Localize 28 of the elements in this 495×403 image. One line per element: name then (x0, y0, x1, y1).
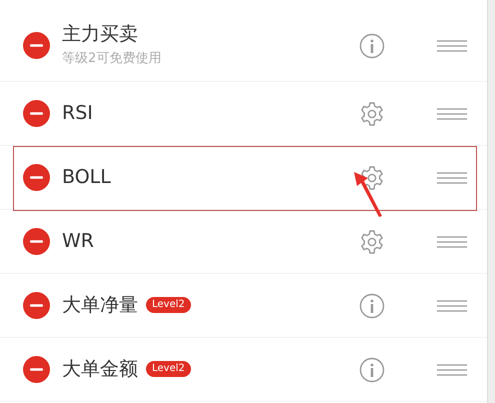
settings-icon[interactable] (359, 100, 385, 126)
indicator-note: 等级2可免费使用 (62, 50, 162, 68)
drag-handle-icon[interactable] (437, 172, 467, 184)
settings-icon[interactable] (359, 164, 385, 190)
settings-icon[interactable] (359, 228, 385, 254)
level-badge: Level2 (146, 361, 191, 378)
level-badge: Level2 (146, 297, 191, 314)
remove-icon[interactable] (23, 292, 50, 319)
indicator-name: BOLL (62, 166, 111, 189)
remove-icon[interactable] (23, 228, 50, 255)
remove-icon[interactable] (23, 164, 50, 191)
drag-handle-icon[interactable] (437, 40, 467, 52)
indicator-name: WR (62, 230, 94, 253)
drag-handle-icon[interactable] (437, 300, 467, 312)
indicator-name: 大单金额 (62, 358, 138, 381)
drag-handle-icon[interactable] (437, 108, 467, 120)
info-icon[interactable] (359, 32, 385, 58)
remove-icon[interactable] (23, 32, 50, 59)
pointer-arrow (352, 170, 384, 218)
indicator-name: RSI (62, 102, 93, 125)
remove-icon[interactable] (23, 100, 50, 127)
info-icon[interactable] (359, 356, 385, 382)
info-icon[interactable] (359, 292, 385, 318)
drag-handle-icon[interactable] (437, 364, 467, 376)
indicator-name: 大单净量 (62, 294, 138, 317)
indicator-name: 主力买卖 (62, 22, 139, 46)
remove-icon[interactable] (23, 356, 50, 383)
drag-handle-icon[interactable] (437, 236, 467, 248)
